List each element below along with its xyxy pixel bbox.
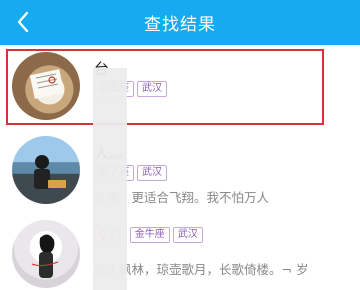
avatar-image xyxy=(31,234,59,278)
result-item[interactable]: 人灬 狮子座 武汉 方向，更适合飞翔。我不怕万人 xyxy=(0,129,360,214)
result-bio: 方向，更适合飞翔。我不怕万人 xyxy=(94,190,270,205)
avatar-image xyxy=(34,155,66,189)
avatar[interactable] xyxy=(12,220,80,288)
result-item[interactable]: 台 双鱼座 武汉 xyxy=(0,45,360,130)
result-bio: 染火枫林，琼壶歌月，长歌倚楼。¬ 岁 xyxy=(94,262,309,277)
zodiac-tag: 金牛座 xyxy=(129,227,170,243)
location-tag: 武汉 xyxy=(137,81,167,97)
page-title: 查找结果 xyxy=(144,15,216,35)
location-tag: 武汉 xyxy=(172,227,203,243)
avatar-image xyxy=(29,69,65,99)
chevron-left-icon xyxy=(17,11,29,33)
location-tag: 武汉 xyxy=(137,165,167,181)
avatar[interactable] xyxy=(12,52,80,120)
redaction-overlay xyxy=(93,68,127,290)
result-item[interactable]: 21 金牛座 武汉 染火枫林，琼壶歌月，长歌倚楼。¬ 岁 xyxy=(0,213,360,290)
result-list: 台 双鱼座 武汉 人灬 狮子座 武汉 方向，更适合飞翔。我不怕万人 xyxy=(0,45,360,290)
avatar[interactable] xyxy=(12,136,80,204)
back-button[interactable] xyxy=(10,9,36,35)
app-header: 查找结果 xyxy=(0,0,360,45)
